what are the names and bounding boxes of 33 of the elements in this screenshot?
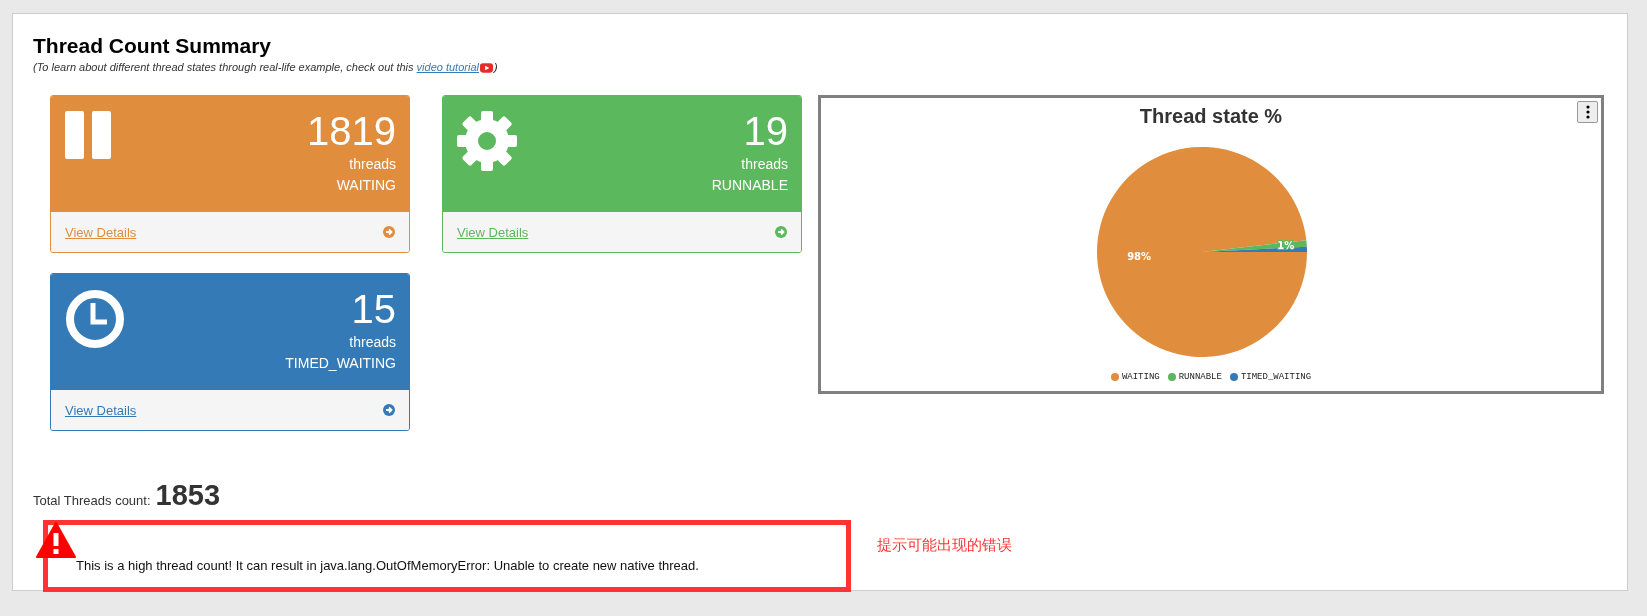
video-tutorial-link[interactable]: video tutorial [416, 61, 479, 73]
arrow-circle-icon[interactable] [775, 226, 787, 239]
count-unit: threads [349, 333, 396, 353]
alert-message: This is a high thread count! It can result in java.lang.OutOfMemoryError: Unable to create new native thread. [76, 557, 699, 573]
count-unit: threads [349, 155, 396, 175]
view-details-link[interactable]: View Details [65, 402, 137, 418]
arrow-circle-icon[interactable] [383, 404, 395, 417]
subtitle-text: (To learn about different thread states through real-life example, check out this [33, 61, 415, 73]
legend-item[interactable]: TIMED_WAITING [1229, 372, 1312, 383]
annotation-text: 提示可能出现的错误 [877, 535, 1012, 555]
thread-count: 19 [743, 108, 788, 155]
legend-item[interactable]: RUNNABLE [1167, 372, 1222, 383]
menu-icon [1585, 105, 1590, 120]
gear-icon [457, 111, 517, 172]
chart-title: Thread state % [1138, 105, 1284, 129]
thread-count: 1819 [307, 108, 396, 155]
thread-state: TIMED_WAITING [285, 354, 396, 374]
thread-state: WAITING [336, 176, 396, 196]
arrow-circle-icon[interactable] [383, 226, 395, 239]
total-value: 1853 [155, 479, 221, 513]
thread-count: 15 [351, 286, 396, 333]
subtitle-text: ) [493, 61, 498, 73]
legend-item[interactable]: WAITING [1110, 372, 1160, 383]
pause-icon [65, 111, 113, 160]
count-unit: threads [741, 155, 788, 175]
section-title: Thread Count Summary [33, 34, 273, 58]
menu-button[interactable] [1577, 101, 1598, 124]
clock-icon [65, 289, 125, 350]
total-label: Total Threads count: [33, 493, 151, 509]
slice-label: 98% [1127, 250, 1152, 262]
thread-state: RUNNABLE [711, 176, 788, 196]
play-icon [479, 63, 493, 74]
warning-icon [36, 522, 76, 559]
